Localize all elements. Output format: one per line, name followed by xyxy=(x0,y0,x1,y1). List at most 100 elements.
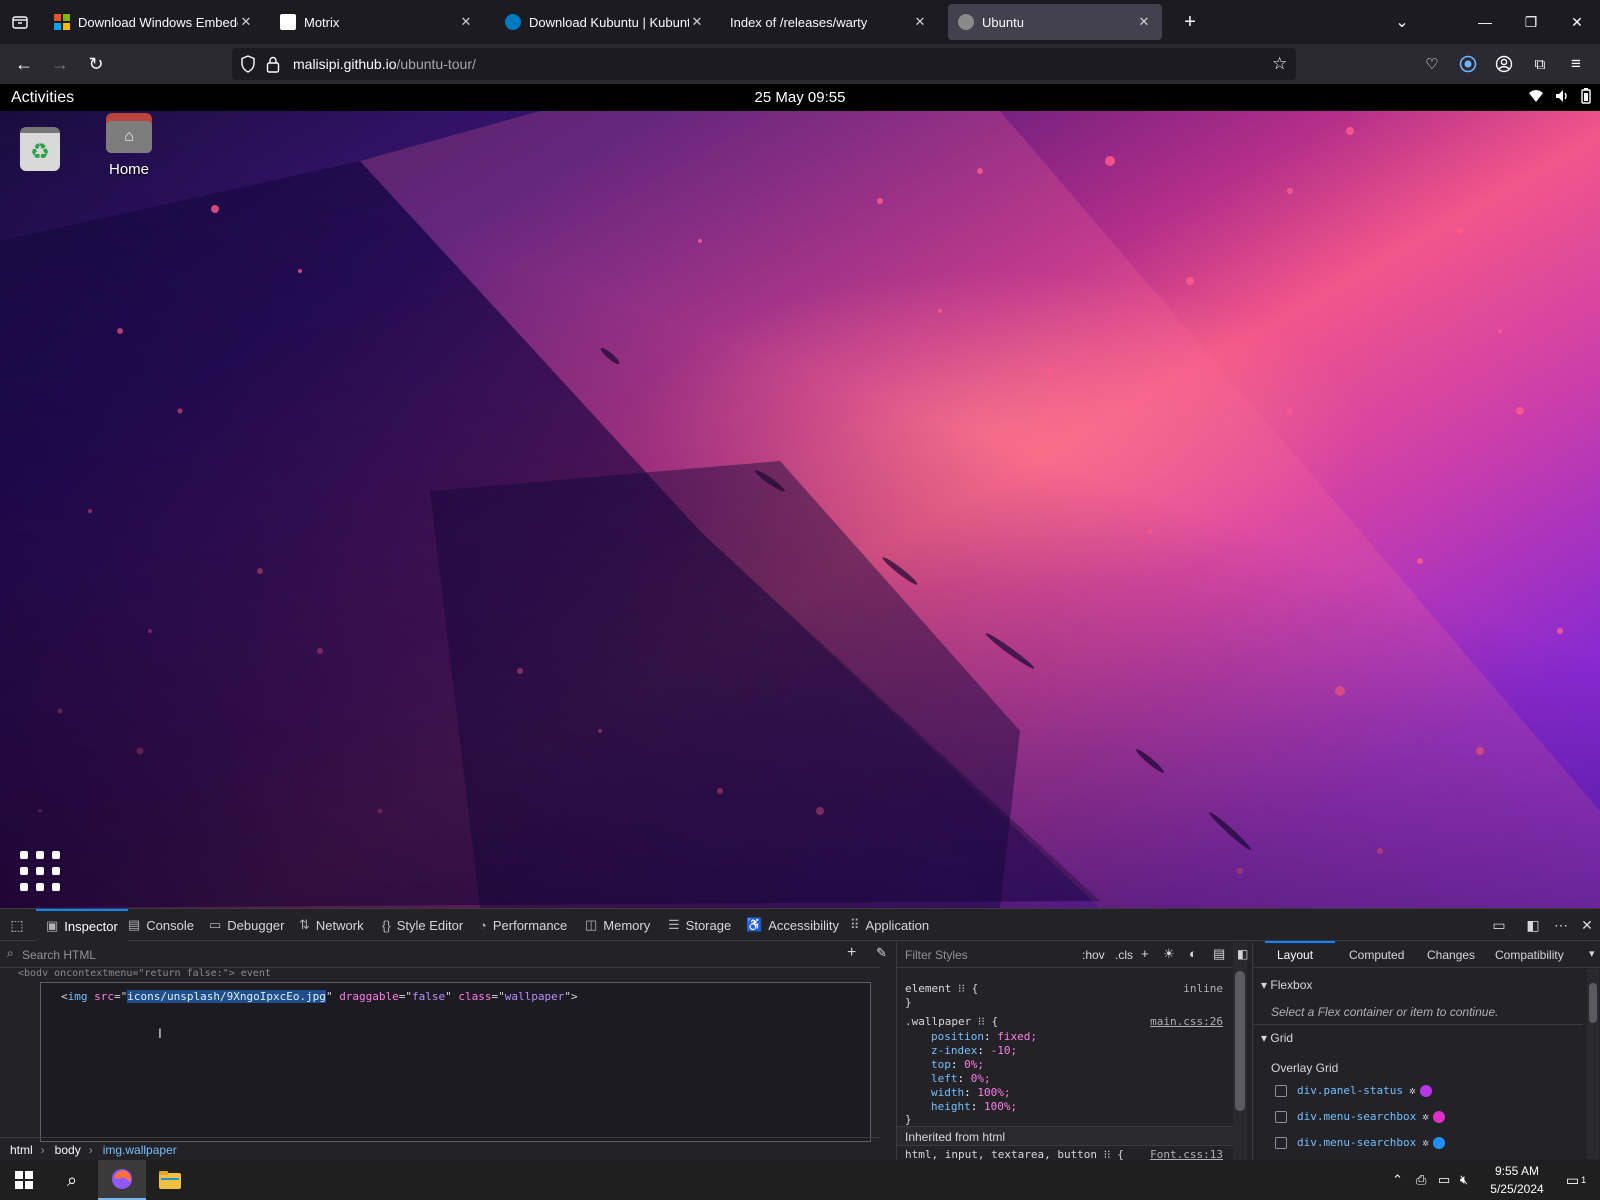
sidebar-toggle-icon[interactable]: ◧ xyxy=(1237,947,1248,961)
element-rule[interactable]: element ⁝⁝ { inline xyxy=(905,982,1223,995)
overlay-checkbox[interactable] xyxy=(1275,1136,1287,1149)
declaration[interactable]: height: 100%; xyxy=(931,1100,1017,1113)
network-icon[interactable]: ▭ xyxy=(1438,1172,1450,1188)
declaration[interactable]: top: 0%; xyxy=(931,1058,984,1071)
extension-sync-icon[interactable] xyxy=(1452,48,1484,80)
tab-console[interactable]: ▤ Console xyxy=(128,909,194,941)
dock-side-icon[interactable]: ◧ xyxy=(1520,909,1546,941)
tab-ubuntu[interactable]: Ubuntu ✕ xyxy=(948,4,1162,40)
back-button[interactable]: ← xyxy=(8,48,40,80)
trash-icon[interactable]: ♻ xyxy=(20,127,60,171)
grid-container-name[interactable]: div.panel-status xyxy=(1297,1084,1403,1097)
tab-compatibility[interactable]: Compatibility xyxy=(1495,948,1564,962)
search-html-input[interactable]: Search HTML xyxy=(22,948,96,962)
print-media-icon[interactable]: ▤ xyxy=(1213,946,1225,962)
tab-accessibility[interactable]: ♿ Accessibility xyxy=(746,909,839,941)
tab-computed[interactable]: Computed xyxy=(1349,948,1404,962)
url-bar[interactable]: malisipi.github.io/ubuntu-tour/ ☆ xyxy=(232,48,1296,80)
show-hidden-icons-icon[interactable]: ⌃ xyxy=(1392,1172,1403,1188)
tab-application[interactable]: ⠿ Application xyxy=(850,909,929,941)
reload-button[interactable]: ↻ xyxy=(80,48,112,80)
rules-scrollbar[interactable] xyxy=(1233,943,1247,1162)
chevron-down-icon[interactable]: ⌄ xyxy=(1382,0,1422,44)
close-tab-icon[interactable]: ✕ xyxy=(238,14,254,30)
element-picker-icon[interactable]: ⬚ xyxy=(4,909,30,941)
close-tab-icon[interactable]: ✕ xyxy=(1136,14,1152,30)
light-scheme-icon[interactable]: ☀ xyxy=(1163,946,1175,962)
tab-list-icon[interactable] xyxy=(0,0,40,44)
highlight-icon[interactable]: ✲ xyxy=(1422,1110,1429,1123)
grid-overlay-item[interactable]: div.menu-searchbox ✲ xyxy=(1275,1110,1445,1123)
bookmark-star-icon[interactable]: ☆ xyxy=(1272,54,1287,74)
breadcrumb-html[interactable]: html xyxy=(10,1143,33,1157)
muted-speaker-icon[interactable]: 🔇︎ xyxy=(1460,1172,1468,1188)
search-icon[interactable]: ⌕ xyxy=(48,1160,96,1200)
system-clock[interactable]: 9:55 AM 5/25/2024 xyxy=(1470,1162,1564,1198)
grid-section-header[interactable]: ▾ Grid xyxy=(1261,1031,1293,1045)
close-window-button[interactable]: ✕ xyxy=(1554,0,1600,44)
forward-button[interactable]: → xyxy=(44,48,76,80)
grid-container-name[interactable]: div.menu-searchbox xyxy=(1297,1136,1416,1149)
lock-icon[interactable] xyxy=(266,55,280,78)
declaration[interactable]: width: 100%; xyxy=(931,1086,1011,1099)
system-status-area[interactable] xyxy=(1528,88,1592,109)
tab-style-editor[interactable]: {} Style Editor xyxy=(382,909,463,941)
pseudo-class-toggle[interactable]: :hov xyxy=(1082,948,1105,962)
highlight-icon[interactable]: ✲ xyxy=(1409,1084,1416,1097)
close-tab-icon[interactable]: ✕ xyxy=(458,14,474,30)
pocket-icon[interactable]: ♡ xyxy=(1416,48,1448,80)
account-icon[interactable] xyxy=(1488,48,1520,80)
notification-center-button[interactable]: ▭ 1 xyxy=(1552,1160,1600,1200)
wallpaper-rule[interactable]: .wallpaper ⁝⁝ { main.css:26 xyxy=(905,1015,1223,1028)
html-edit-box[interactable]: <img src="icons/unsplash/9XngoIpxcEo.jpg… xyxy=(40,982,871,1142)
tab-layout[interactable]: Layout xyxy=(1277,948,1313,962)
class-toggle[interactable]: .cls xyxy=(1115,948,1133,962)
menu-icon[interactable]: ≡ xyxy=(1560,48,1592,80)
close-tab-icon[interactable]: ✕ xyxy=(912,14,928,30)
minimize-button[interactable]: — xyxy=(1462,0,1508,44)
tab-memory[interactable]: ◫ Memory xyxy=(585,909,650,941)
dark-scheme-icon[interactable]: ◐ xyxy=(1189,946,1197,961)
add-node-icon[interactable]: + xyxy=(847,944,856,962)
flexbox-section-header[interactable]: ▾ Flexbox xyxy=(1261,978,1312,992)
new-tab-button[interactable]: + xyxy=(1170,0,1210,44)
overlay-checkbox[interactable] xyxy=(1275,1084,1287,1097)
eyedropper-icon[interactable]: ✎ xyxy=(876,945,887,961)
show-applications-icon[interactable] xyxy=(20,851,60,891)
tab-index-releases[interactable]: Index of /releases/warty ✕ xyxy=(720,4,938,40)
declaration[interactable]: left: 0%; xyxy=(931,1072,991,1085)
tab-network[interactable]: ⇅ Network xyxy=(299,909,364,941)
layout-scrollbar[interactable] xyxy=(1587,969,1599,1159)
filter-styles-input[interactable]: Filter Styles xyxy=(905,948,968,962)
gnome-clock[interactable]: 25 May 09:55 xyxy=(0,89,1600,106)
tab-inspector[interactable]: ▣ Inspector xyxy=(36,909,128,941)
close-devtools-icon[interactable]: ✕ xyxy=(1574,909,1600,941)
tab-changes[interactable]: Changes xyxy=(1427,948,1475,962)
home-folder[interactable]: ⌂ Home xyxy=(106,113,152,178)
add-rule-icon[interactable]: + xyxy=(1141,946,1149,961)
tab-kubuntu[interactable]: Download Kubuntu | Kubuntu ✕ xyxy=(495,4,715,40)
tab-windows-embedded[interactable]: Download Windows Embedded Compact ✕ xyxy=(44,4,264,40)
declaration[interactable]: z-index: -10; xyxy=(931,1044,1017,1057)
breadcrumb-img[interactable]: img.wallpaper xyxy=(103,1143,177,1157)
file-explorer-button[interactable] xyxy=(146,1160,194,1200)
tab-performance[interactable]: ◔ Performance xyxy=(479,909,567,941)
overlay-checkbox[interactable] xyxy=(1275,1110,1287,1123)
close-tab-icon[interactable]: ✕ xyxy=(689,14,705,30)
shield-icon[interactable] xyxy=(240,55,256,78)
desktop-wallpaper[interactable]: ♻ ⌂ Home xyxy=(0,111,1600,908)
highlight-icon[interactable]: ✲ xyxy=(1422,1136,1429,1149)
img-node-line[interactable]: <img src="icons/unsplash/9XngoIpxcEo.jpg… xyxy=(61,990,578,1003)
extensions-icon[interactable]: ⧉ xyxy=(1524,48,1556,80)
color-swatch[interactable] xyxy=(1419,1084,1432,1097)
restore-button[interactable]: ❐ xyxy=(1508,0,1554,44)
camera-icon[interactable]: ⎙ xyxy=(1416,1172,1426,1188)
start-button[interactable] xyxy=(0,1160,48,1200)
rule-source-link[interactable]: main.css:26 xyxy=(1150,1015,1223,1028)
more-options-icon[interactable]: ⋯ xyxy=(1548,909,1574,941)
declaration[interactable]: position: fixed; xyxy=(931,1030,1037,1043)
tab-motrix[interactable]: Motrix ✕ xyxy=(270,4,484,40)
body-node-line[interactable]: <body oncontextmenu="return false;"> eve… xyxy=(18,968,271,976)
tab-storage[interactable]: ☰ Storage xyxy=(668,909,731,941)
attr-value-selected[interactable]: icons/unsplash/9XngoIpxcEo.jpg xyxy=(127,990,326,1003)
